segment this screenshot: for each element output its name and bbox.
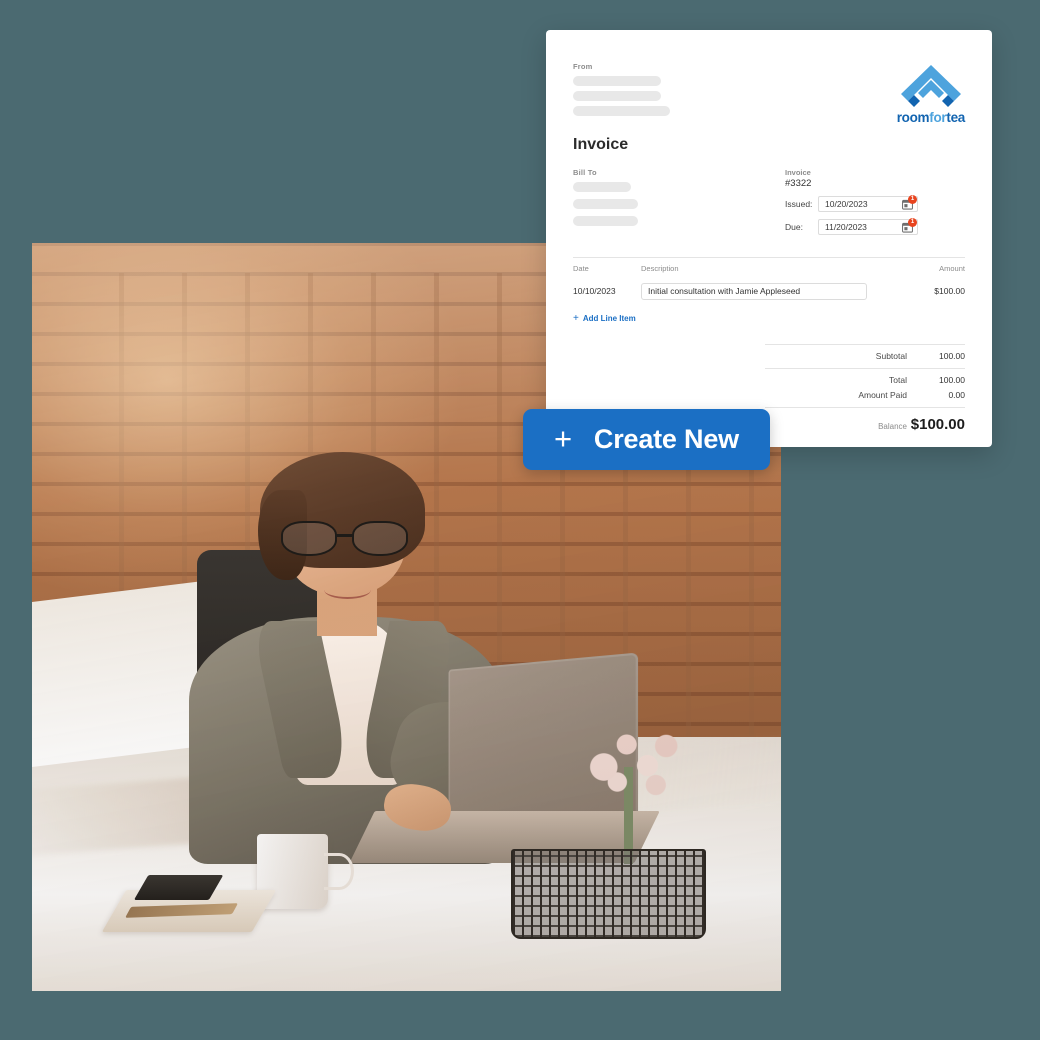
totals-divider-bottom: [765, 406, 965, 408]
eyeglass-lens-right: [351, 521, 408, 556]
from-placeholder-line-3: [573, 106, 670, 116]
plus-icon: +: [573, 312, 579, 324]
due-date-badge: 1: [908, 217, 917, 227]
from-placeholder-line-1: [573, 76, 661, 86]
col-description-header: Description: [641, 263, 679, 273]
person-smile: [324, 581, 371, 600]
total-label: Total: [889, 375, 907, 385]
issued-calendar-picker[interactable]: 1: [902, 194, 917, 212]
line-item-description-input[interactable]: [641, 282, 867, 300]
total-value: 100.00: [939, 375, 965, 385]
amount-paid-value: 0.00: [948, 390, 965, 400]
invoice-meta-section: Invoice #3322 Issued: 10/20/2023 1 Due: …: [785, 168, 965, 235]
due-date-label: Due:: [785, 221, 803, 232]
subtotal-value: 100.00: [939, 351, 965, 361]
totals-divider-top: [765, 343, 965, 345]
due-date-value: 11/20/2023: [825, 221, 867, 232]
due-calendar-picker[interactable]: 1: [902, 217, 917, 235]
eyeglass-lens-left: [280, 521, 337, 556]
invoice-number-value: #3322: [785, 177, 812, 189]
issued-date-label: Issued:: [785, 198, 813, 209]
col-amount-header: Amount: [939, 263, 965, 273]
row-amount: $100.00: [934, 286, 965, 296]
brand-logo-wordmark: roomfortea: [896, 110, 966, 125]
logo-text-for: for: [929, 110, 947, 125]
amount-paid-row: Amount Paid 0.00: [573, 388, 965, 403]
bill-to-section: Bill To: [573, 168, 693, 235]
bill-to-placeholder-line-2: [573, 198, 638, 209]
issued-date-field[interactable]: 10/20/2023 1: [818, 194, 918, 212]
create-new-label: Create New: [593, 424, 739, 454]
wire-basket: [511, 848, 707, 939]
logo-text-room: room: [896, 110, 930, 125]
balance-label: Balance: [878, 421, 907, 431]
house-roof-chevron-icon: [900, 65, 961, 107]
brand-logo: roomfortea: [897, 62, 965, 125]
due-date-row: Due: 11/20/2023 1: [785, 217, 965, 235]
invoice-number-label: Invoice: [785, 167, 811, 177]
smartphone: [133, 875, 223, 901]
bill-to-placeholder-line-1: [573, 181, 631, 192]
logo-text-tea: tea: [946, 110, 965, 125]
add-line-item-button[interactable]: + Add Line Item: [573, 313, 636, 324]
eyeglasses-icon: [280, 521, 408, 556]
row-date: 10/10/2023: [573, 286, 616, 296]
add-line-item-label: Add Line Item: [582, 313, 636, 323]
page-title: Invoice: [573, 135, 629, 153]
eyeglass-bridge: [335, 534, 354, 537]
dried-flowers: [582, 721, 688, 797]
invoice-header-row: From roomfortea: [573, 62, 965, 125]
line-items-table: Date Description Amount 10/10/2023 $100.…: [573, 258, 965, 304]
plus-icon: +: [554, 420, 572, 456]
subtotal-row: Subtotal 100.00: [573, 349, 965, 364]
amount-paid-label: Amount Paid: [858, 390, 907, 400]
issued-date-badge: 1: [908, 194, 917, 204]
from-label: From: [573, 62, 593, 71]
row-description-cell: [641, 279, 905, 304]
invoice-card: From roomfortea Invoice Bill To Invoice …: [546, 30, 992, 447]
bill-to-placeholder-line-3: [573, 215, 638, 226]
from-section: From: [573, 62, 670, 121]
due-date-field[interactable]: 11/20/2023 1: [818, 217, 918, 235]
subtotal-label: Subtotal: [875, 351, 907, 361]
issued-date-row: Issued: 10/20/2023 1: [785, 194, 965, 212]
create-new-button[interactable]: + Create New: [523, 409, 770, 470]
col-date-header: Date: [573, 263, 589, 273]
issued-date-value: 10/20/2023: [825, 198, 868, 209]
invoice-parties-row: Bill To Invoice #3322 Issued: 10/20/2023: [573, 168, 965, 235]
bill-to-label: Bill To: [573, 167, 597, 177]
total-row: Total 100.00: [573, 373, 965, 388]
table-header-row: Date Description Amount: [573, 258, 965, 279]
from-placeholder-line-2: [573, 91, 661, 101]
balance-value: $100.00: [910, 415, 965, 433]
totals-divider-mid: [765, 367, 965, 369]
coffee-mug-handle: [324, 852, 355, 890]
table-row: 10/10/2023 $100.00: [573, 279, 965, 304]
